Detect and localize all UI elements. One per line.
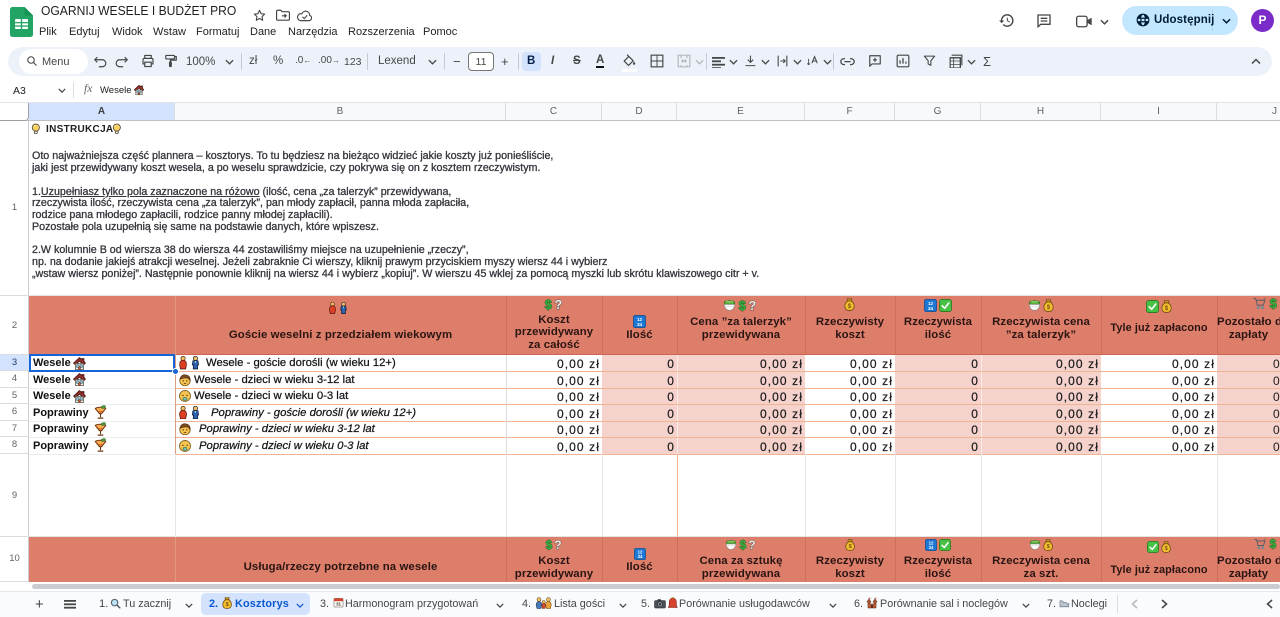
svg-text:$: $ [545,539,552,551]
svg-text:$: $ [1270,297,1277,310]
svg-text:12: 12 [928,301,934,306]
svg-text:$: $ [545,298,552,311]
svg-text:34: 34 [637,322,643,327]
svg-text:34: 34 [637,554,642,559]
svg-text:34: 34 [929,545,934,550]
svg-text:$: $ [739,539,746,551]
svg-text:$: $ [1164,546,1167,552]
svg-text:$: $ [226,602,229,608]
svg-text:34: 34 [928,306,934,311]
svg-text:$: $ [1046,544,1049,550]
svg-text:12: 12 [637,317,643,322]
svg-text:$: $ [739,299,746,312]
svg-text:31: 31 [336,602,341,607]
svg-text:$: $ [848,544,851,550]
svg-text:?: ? [748,539,755,551]
svg-text:?: ? [749,299,757,312]
svg-text:?: ? [554,539,561,551]
svg-text:?: ? [554,298,562,311]
svg-text:$: $ [1269,538,1276,550]
